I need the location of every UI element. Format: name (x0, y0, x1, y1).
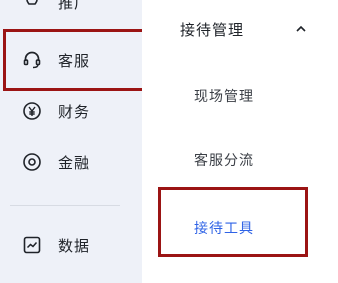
sidebar-item-financing[interactable]: 金融 (0, 150, 142, 174)
chevron-up-icon[interactable] (294, 22, 308, 36)
submenu-group-title[interactable]: 接待管理 (180, 19, 244, 40)
sidebar-item-label: 推广 (58, 0, 91, 12)
coin-icon (22, 152, 42, 172)
submenu-item-site-management[interactable]: 现场管理 (194, 86, 254, 106)
sidebar-item-label: 金融 (58, 153, 91, 172)
submenu-item-service-routing[interactable]: 客服分流 (194, 150, 254, 170)
sidebar-divider (10, 205, 120, 206)
sidebar: 推广 客服 财务 金融 数据 (0, 0, 149, 283)
app-root: 推广 客服 财务 金融 数据 接待管理 现场管理 客服分流 接待工具 (0, 0, 338, 283)
headset-icon (22, 50, 42, 70)
sidebar-item-promotion[interactable]: 推广 (0, 0, 142, 14)
sidebar-item-label: 数据 (58, 236, 91, 255)
submenu-panel: 接待管理 现场管理 客服分流 接待工具 (142, 0, 338, 283)
lightbulb-icon (22, 0, 42, 12)
chart-icon (22, 235, 42, 255)
sidebar-item-label: 财务 (58, 102, 91, 121)
sidebar-item-data[interactable]: 数据 (0, 233, 142, 257)
sidebar-item-label: 客服 (58, 51, 91, 70)
yen-icon (22, 101, 42, 121)
submenu-item-reception-tools[interactable]: 接待工具 (194, 218, 254, 238)
sidebar-item-finance[interactable]: 财务 (0, 99, 142, 123)
sidebar-item-customer-service[interactable]: 客服 (0, 48, 142, 72)
